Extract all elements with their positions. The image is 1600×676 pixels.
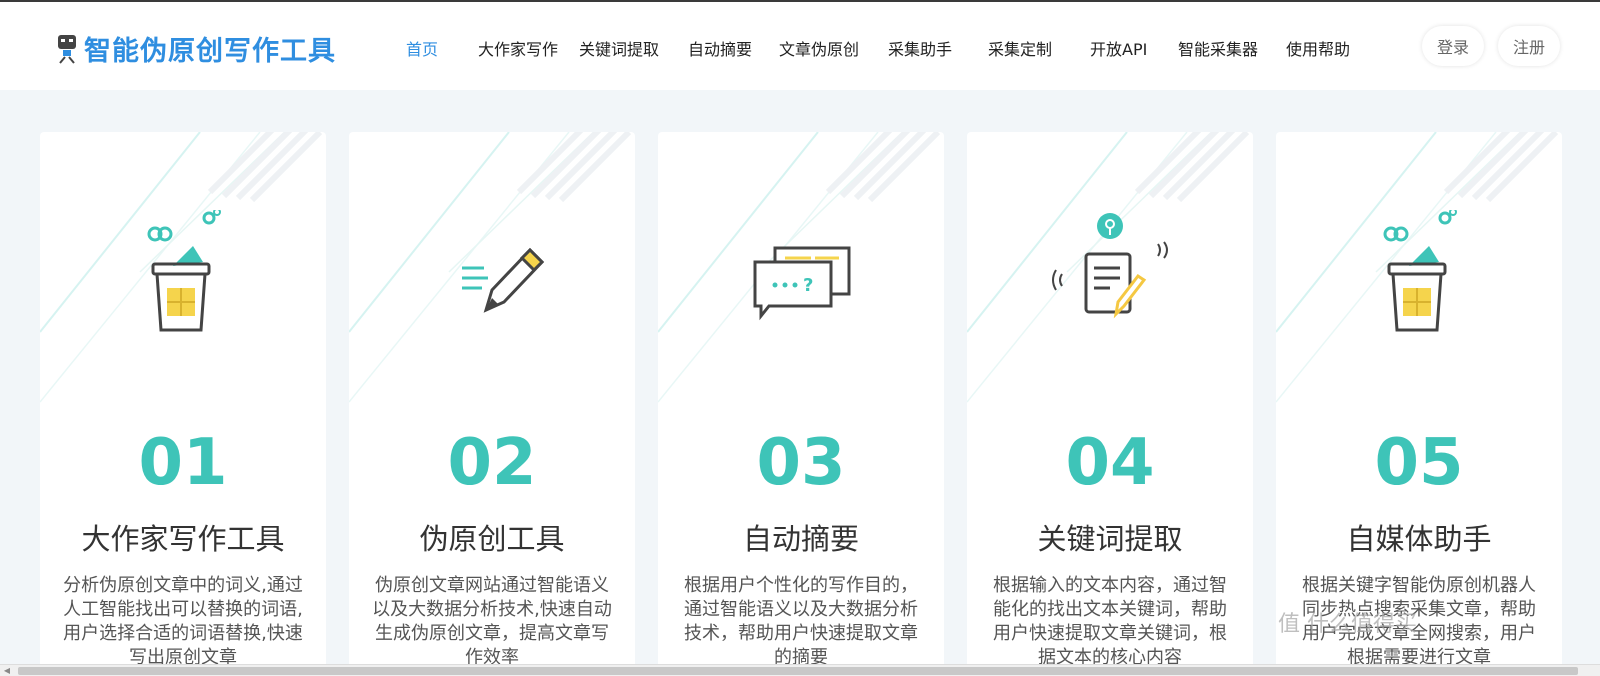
card-description: 根据输入的文本内容，通过智能化的找出文本关键词，帮助用户快速提取文章关键词，根据… [993,575,1227,668]
cup-social-icon [1383,210,1457,332]
card-description: 根据用户个性化的写作目的，通过智能语义以及大数据分析技术，帮助用户快速提取文章的… [684,575,918,668]
logo-text: 智能伪原创写作工具 [84,35,336,67]
top-header: 智能伪原创写作工具 首页 大作家写作 关键词提取 自动摘要 文章伪原创 采集助手… [0,0,1600,90]
feature-cards: 01 大作家写作工具 分析伪原创文章中的词义,通过人工智能找出可以替换的词语,用… [0,90,1600,676]
nav-smart-collector[interactable]: 智能采集器 [1178,36,1258,60]
card-description: 分析伪原创文章中的词义,通过人工智能找出可以替换的词语,用户选择合适的词语替换,… [63,575,303,668]
nav-open-api[interactable]: 开放API [1090,36,1147,60]
card-title: 关键词提取 [1037,522,1183,556]
nav-auto-summary[interactable]: 自动摘要 [688,36,752,60]
svg-text:?: ? [803,275,813,296]
register-button[interactable]: 注册 [1498,26,1560,66]
nav-keyword-extract[interactable]: 关键词提取 [579,36,659,60]
card-number: 05 [1374,426,1464,500]
nav-collect-helper[interactable]: 采集助手 [888,36,952,60]
login-button[interactable]: 登录 [1422,26,1484,66]
card-number: 01 [138,426,228,500]
card-number: 03 [756,426,846,500]
feature-card[interactable]: ? 03 自动摘要 根据用户个性化的写作目的，通过智能语义以及大数据分析技术，帮… [658,132,944,676]
robot-logo-icon [58,35,76,64]
card-title: 伪原创工具 [419,522,565,556]
horizontal-scrollbar[interactable]: ◀ [0,664,1600,676]
cup-social-icon [147,210,221,332]
card-description: 伪原创文章网站通过智能语义以及大数据分析技术,快速自动生成伪原创文章，提高文章写… [372,575,612,668]
nav-rewrite[interactable]: 文章伪原创 [779,36,859,60]
card-number: 04 [1065,426,1155,500]
card-title: 自动摘要 [742,522,859,556]
feature-card[interactable]: 05 自媒体助手 根据关键字智能伪原创机器人同步热点搜索采集文章，帮助用户完成文… [1276,132,1562,676]
nav-writer[interactable]: 大作家写作 [478,36,558,60]
card-title: 自媒体助手 [1346,522,1492,556]
scroll-left-arrow-icon[interactable]: ◀ [0,665,14,676]
nav-help[interactable]: 使用帮助 [1286,36,1350,60]
scrollbar-thumb[interactable] [18,667,1578,675]
site-logo[interactable]: 智能伪原创写作工具 [54,28,336,68]
card-number: 02 [447,426,537,500]
nav-home[interactable]: 首页 [406,36,438,60]
nav-collect-custom[interactable]: 采集定制 [988,36,1052,60]
chat-bubbles-icon: ? [753,246,851,321]
feature-card[interactable]: 01 大作家写作工具 分析伪原创文章中的词义,通过人工智能找出可以替换的词语,用… [40,132,326,676]
watermark: 值 什么值得买 [1278,612,1417,637]
document-pen-icon [1052,213,1168,319]
card-title: 大作家写作工具 [81,522,285,556]
feature-card[interactable]: 04 关键词提取 根据输入的文本内容，通过智能化的找出文本关键词，帮助用户快速提… [967,132,1253,676]
feature-card[interactable]: 02 伪原创工具 伪原创文章网站通过智能语义以及大数据分析技术,快速自动生成伪原… [349,132,635,676]
pencil-icon [462,247,545,313]
